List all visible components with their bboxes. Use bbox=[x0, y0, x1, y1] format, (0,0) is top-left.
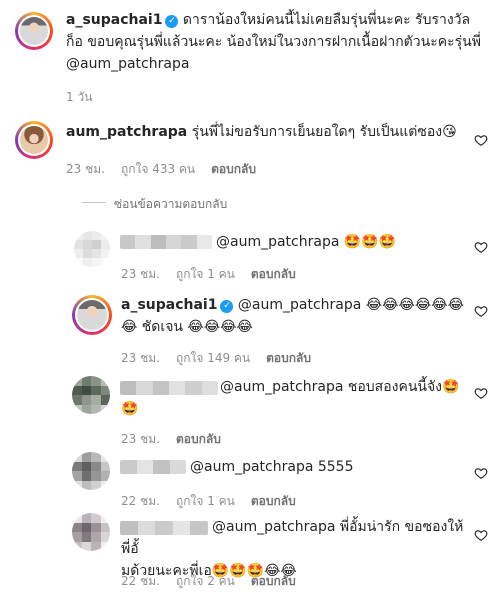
username[interactable]: aum_patchrapa bbox=[66, 124, 187, 140]
heart-outline-icon[interactable] bbox=[474, 386, 488, 400]
reply-text: @aum_patchrapa ชอบสองคนนี้จัง🤩 🤩 bbox=[121, 376, 471, 420]
likes-count[interactable]: ถูกใจ 1 คน bbox=[176, 267, 235, 281]
comment-time: 23 ชม. bbox=[121, 432, 160, 446]
comment-time: 23 ชม. bbox=[121, 351, 160, 365]
avatar-blurred bbox=[72, 376, 110, 414]
username[interactable]: a_supachai1 bbox=[121, 297, 217, 313]
heart-outline-icon[interactable] bbox=[474, 304, 488, 318]
avatar-aum-patchrapa[interactable] bbox=[15, 121, 53, 159]
heart-outline-icon[interactable] bbox=[474, 240, 488, 254]
username-blurred bbox=[120, 460, 186, 474]
comment-meta: 23 ชม. ถูกใจ 433 คน ตอบกลับ bbox=[66, 160, 272, 179]
avatar-blurred bbox=[74, 231, 110, 267]
avatar-a-supachai1[interactable] bbox=[15, 12, 53, 50]
username[interactable]: a_supachai1 bbox=[66, 12, 162, 28]
comment-meta: 23 ชม. ถูกใจ 149 คน ตอบกลับ bbox=[121, 349, 327, 368]
comment-meta: 23 ชม. ถูกใจ 1 คน ตอบกลับ bbox=[121, 265, 312, 284]
reply-button[interactable]: ตอบกลับ bbox=[211, 162, 256, 176]
comment-text: รุ่นพี่ไม่ขอรับการเย็นยอใดๆ รับเป็นแต่ซอ… bbox=[191, 124, 457, 140]
likes-count[interactable]: ถูกใจ 2 คน bbox=[176, 574, 235, 588]
mention-link[interactable]: @aum_patchrapa bbox=[66, 56, 189, 72]
verified-badge-icon: ✓ bbox=[220, 300, 234, 313]
comment-time: 22 ชม. bbox=[121, 494, 160, 508]
likes-count[interactable]: ถูกใจ 149 คน bbox=[176, 351, 250, 365]
comment-meta: 23 ชม. ตอบกลับ bbox=[121, 430, 237, 449]
likes-count[interactable]: ถูกใจ 1 คน bbox=[176, 494, 235, 508]
reply-text: @aum_patchrapa 🤩🤩🤩 bbox=[216, 234, 397, 250]
reply-text: @aum_patchrapa 5555 bbox=[190, 459, 354, 475]
avatar-blurred bbox=[72, 513, 110, 551]
reply-button[interactable]: ตอบกลับ bbox=[251, 574, 296, 588]
reply-line-2: 🤩 bbox=[121, 401, 139, 417]
reply-button[interactable]: ตอบกลับ bbox=[176, 432, 221, 446]
comment-time: 23 ชม. bbox=[66, 162, 105, 176]
hide-replies-button[interactable]: ซ่อนข้อความตอบกลับ bbox=[81, 195, 227, 214]
reply-button[interactable]: ตอบกลับ bbox=[266, 351, 311, 365]
heart-outline-icon[interactable] bbox=[474, 133, 488, 147]
avatar-a-supachai1[interactable] bbox=[72, 295, 112, 335]
username-blurred bbox=[120, 235, 212, 249]
comment-time: 22 ชม. bbox=[121, 574, 160, 588]
reply-main: aum_patchrapa รุ่นพี่ไม่ขอรับการเย็นยอใด… bbox=[66, 121, 466, 143]
reply-button[interactable]: ตอบกลับ bbox=[251, 494, 296, 508]
avatar-blurred bbox=[72, 452, 110, 490]
comment-time: 23 ชม. bbox=[121, 267, 160, 281]
reply-line-1: @aum_patchrapa พี่อั้มน่ารัก ขอซองให้พี่… bbox=[121, 519, 464, 557]
reply-text: a_supachai1 ✓ @aum_patchrapa 😂😂😂😂😂😂 😂 ชัด… bbox=[121, 294, 471, 338]
likes-count[interactable]: ถูกใจ 433 คน bbox=[121, 162, 195, 176]
main-comment: a_supachai1 ✓ ดาราน้องใหม่คนนี้ไม่เคยลืมร… bbox=[66, 9, 486, 75]
reply-button[interactable]: ตอบกลับ bbox=[251, 267, 296, 281]
heart-outline-icon[interactable] bbox=[474, 466, 488, 480]
verified-badge-icon: ✓ bbox=[165, 15, 179, 28]
reply-line-1: @aum_patchrapa ชอบสองคนนี้จัง🤩 bbox=[220, 379, 460, 395]
comment-time: 1 วัน bbox=[66, 90, 93, 104]
heart-outline-icon[interactable] bbox=[474, 528, 488, 542]
reply-line-1: @aum_patchrapa 😂😂😂😂😂😂 bbox=[237, 297, 464, 313]
comment-meta: 22 ชม. ถูกใจ 1 คน ตอบกลับ bbox=[121, 492, 312, 511]
comment-meta: 22 ชม. ถูกใจ 2 คน ตอบกลับ bbox=[121, 572, 312, 591]
reply-line-2: 😂 ชัดเจน 😂😂😂😂 bbox=[121, 319, 253, 335]
